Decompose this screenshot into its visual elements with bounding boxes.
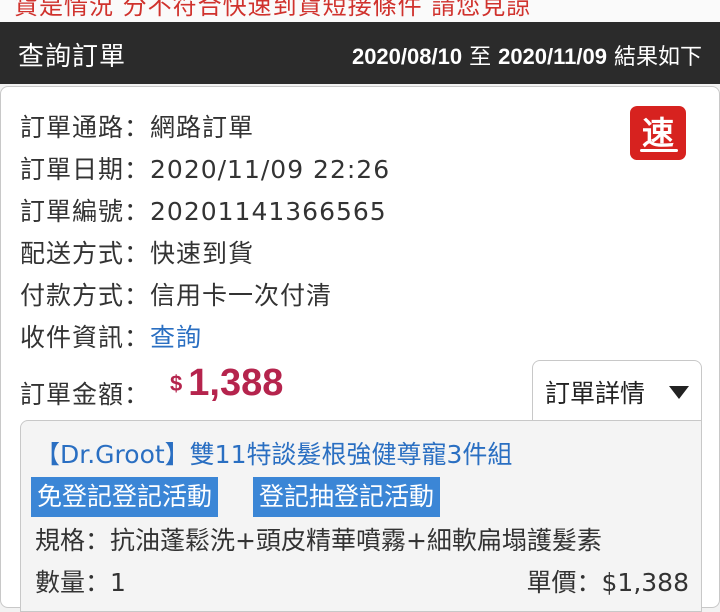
spec-label: 規格： [35,526,111,555]
qty-label: 數量： [35,568,111,597]
order-date-row: 訂單日期：2020/11/09 22:26 [20,150,390,186]
order-channel-value: 網路訂單 [150,113,255,142]
order-number-row: 訂單編號：20201141366565 [20,192,387,228]
result-text: 結果如下 [613,45,702,70]
recipient-row: 收件資訊：查詢 [20,318,202,354]
shipping-label: 配送方式： [20,239,151,268]
order-channel-label: 訂單通路： [20,113,151,142]
date-range: 2020/08/10 至 2020/11/09 結果如下 [352,39,702,71]
notice-text: 貨是情況 分不符合快速到貨短接條件 請您見諒 [14,0,532,20]
order-details-button[interactable]: 訂單詳情 [532,360,702,421]
price-label: 單價： [526,568,602,597]
product-unit-price: 單價：$1,388 [527,563,690,599]
shipping-value: 快速到貨 [150,239,255,268]
date-from: 2020/08/10 [351,44,463,69]
spec-value: 抗油蓬鬆洗+頭皮精華噴霧+細軟扁塌護髮素 [110,526,602,555]
shipping-row: 配送方式：快速到貨 [20,234,254,270]
promo-tag-lottery-registration[interactable]: 登記抽登記活動 [253,477,441,517]
qty-value: 1 [110,568,126,597]
order-channel-row: 訂單通路：網路訂單 [20,108,254,144]
product-item: 【Dr.Groot】雙11特談髮根強健尊寵3件組 免登記登記活動 登記抽登記活動… [20,420,702,612]
product-quantity: 數量：1 [35,563,126,599]
page-header: 查詢訂單 2020/08/10 至 2020/11/09 結果如下 [0,22,720,84]
recipient-query-link[interactable]: 查詢 [150,323,202,352]
payment-row: 付款方式：信用卡一次付清 [20,276,332,312]
product-spec: 規格：抗油蓬鬆洗+頭皮精華噴霧+細軟扁塌護髮素 [35,521,602,557]
page-title: 查詢訂單 [18,42,127,72]
price-value: $1,388 [601,568,689,597]
order-date-label: 訂單日期： [20,155,151,184]
order-number-label: 訂單編號： [20,197,151,226]
notice-bar: 貨是情況 分不符合快速到貨短接條件 請您見諒 [0,0,720,22]
promo-tag-free-registration[interactable]: 免登記登記活動 [31,477,219,517]
date-to: 2020/11/09 [498,44,607,69]
order-amount-label: 訂單金額： [20,380,151,409]
payment-value: 信用卡一次付清 [150,281,333,310]
currency-symbol: $ [170,371,183,396]
express-badge-icon: 速 [630,106,686,160]
recipient-label: 收件資訊： [20,323,151,352]
product-title-link[interactable]: 【Dr.Groot】雙11特談髮根強健尊寵3件組 [35,435,512,471]
order-amount-value: 1,388 [188,362,284,404]
payment-label: 付款方式： [20,281,151,310]
triangle-down-icon [669,386,689,399]
order-amount: $1,388 [170,362,283,405]
order-date-value: 2020/11/09 22:26 [150,155,391,184]
to-word: 至 [469,45,492,70]
order-details-label: 訂單詳情 [545,379,646,408]
order-number-value: 20201141366565 [150,197,387,226]
